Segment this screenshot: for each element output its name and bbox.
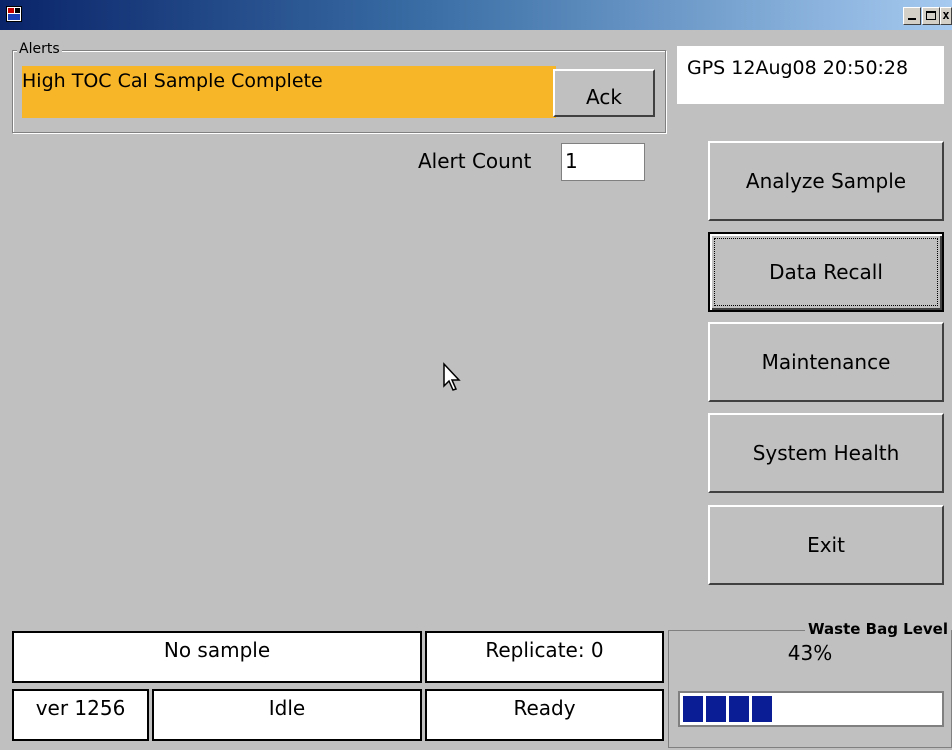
system-health-button[interactable]: System Health [708, 413, 944, 493]
progress-segment [729, 696, 749, 722]
maximize-button[interactable] [922, 7, 940, 25]
state-status: Idle [152, 689, 422, 741]
gps-timestamp: GPS 12Aug08 20:50:28 [677, 46, 944, 104]
replicate-status: Replicate: 0 [425, 631, 664, 683]
version-label: ver 1256 [12, 689, 149, 741]
progress-segment [683, 696, 703, 722]
alerts-group: Alerts High TOC Cal Sample Complete Ack [12, 42, 666, 133]
ready-status: Ready [425, 689, 664, 741]
maximize-icon [926, 11, 936, 20]
sample-status: No sample [12, 631, 422, 683]
alerts-legend: Alerts [17, 41, 62, 57]
progress-segment [706, 696, 726, 722]
alert-count-field[interactable]: 1 [561, 143, 645, 181]
vnc-app-icon[interactable] [6, 6, 22, 22]
focus-ring [714, 238, 938, 306]
exit-button[interactable]: Exit [708, 505, 944, 585]
waste-bag-progress-fill [683, 696, 939, 722]
maintenance-button[interactable]: Maintenance [708, 322, 944, 402]
alert-message: High TOC Cal Sample Complete [22, 66, 556, 118]
mouse-pointer-icon [443, 362, 461, 391]
waste-bag-group: Waste Bag Level 43% [668, 622, 952, 748]
data-recall-button[interactable]: Data Recall [708, 232, 944, 312]
title-bar: x [0, 0, 952, 30]
close-button[interactable]: x [940, 7, 952, 25]
waste-bag-progress-bar [678, 691, 944, 727]
minimize-icon [908, 18, 916, 20]
ack-button[interactable]: Ack [553, 69, 655, 117]
analyze-sample-button[interactable]: Analyze Sample [708, 141, 944, 221]
progress-segment [752, 696, 772, 722]
waste-bag-percent: 43% [787, 641, 833, 665]
minimize-button[interactable] [903, 7, 921, 25]
alert-count-label: Alert Count [418, 149, 532, 173]
